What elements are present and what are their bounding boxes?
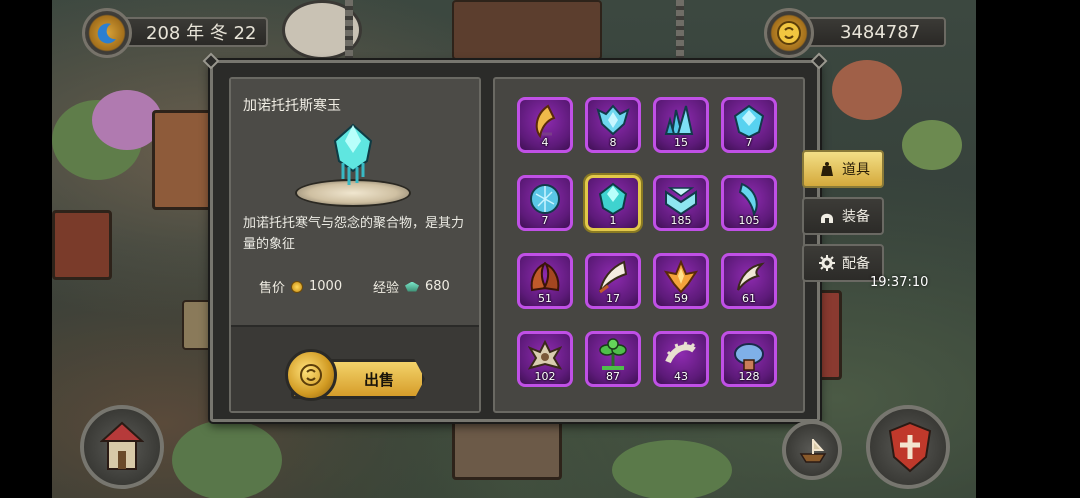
item-detail-panel: 加诺托托斯寒玉 加诺托托寒气与怨念的聚合物，是其力量的象征 售价 1000 经验… <box>229 77 481 413</box>
ship-icon <box>799 439 827 463</box>
tree <box>172 420 282 498</box>
sell-coin-icon[interactable] <box>285 349 337 401</box>
helmet-icon <box>821 213 833 223</box>
curved-claw-icon <box>599 260 628 294</box>
clock-display: 19:37:10 <box>870 275 929 290</box>
home-button[interactable] <box>80 405 164 489</box>
inventory-slot[interactable]: 59 <box>653 253 709 309</box>
pouch-icon <box>821 162 833 176</box>
inventory-grid: 4 8 15 7 7 1 185 105 51 17 59 61 102 87 43 128 <box>493 77 805 413</box>
sell-price: 售价 1000 <box>259 277 342 296</box>
item-count: 87 <box>606 370 620 383</box>
tab-label: 道具 <box>842 162 870 178</box>
inventory-slot[interactable]: 7 <box>721 97 777 153</box>
village-house <box>452 0 602 60</box>
ice-shard-cluster-icon <box>664 105 694 135</box>
exp-value: 680 <box>425 279 450 294</box>
price-value: 1000 <box>309 279 343 294</box>
item-count: 15 <box>674 136 688 149</box>
frost-orb-icon <box>530 184 560 214</box>
moon-icon <box>97 23 116 44</box>
coin-glyph-icon <box>300 364 322 386</box>
sell-button-label: 出售 <box>363 370 394 389</box>
item-name: 加诺托托斯寒玉 <box>243 98 341 114</box>
ice-chevron-icon <box>665 187 697 216</box>
horn-fang-icon <box>535 104 556 138</box>
inventory-slot[interactable]: 43 <box>653 331 709 387</box>
bone-claw-icon <box>737 262 765 291</box>
gear-icon <box>819 255 835 271</box>
inventory-slot[interactable]: 15 <box>653 97 709 153</box>
inventory-slot[interactable]: 4 <box>517 97 573 153</box>
inventory-slot[interactable]: 185 <box>653 175 709 231</box>
exp-gem-icon <box>405 281 420 292</box>
item-count: 185 <box>670 214 692 227</box>
item-description: 加诺托托寒气与怨念的聚合物，是其力量的象征 <box>243 216 465 252</box>
date-display: 208 年 冬 22 <box>118 17 268 47</box>
gold-display: 3484787 <box>800 17 946 47</box>
spiked-shell-icon <box>528 339 562 370</box>
gold-emblem[interactable] <box>764 8 814 58</box>
tree <box>902 120 962 170</box>
inventory-slot[interactable]: 105 <box>721 175 777 231</box>
cold-jade-icon <box>333 123 373 185</box>
battle-button[interactable] <box>866 405 950 489</box>
item-count: 4 <box>541 136 549 149</box>
item-count: 17 <box>606 292 620 305</box>
item-count: 128 <box>738 370 760 383</box>
tree <box>612 440 732 498</box>
item-count: 1 <box>609 214 617 227</box>
item-count: 61 <box>742 292 756 305</box>
price-label: 售价 <box>259 281 286 296</box>
shield-icon <box>888 421 932 473</box>
gold-coin-icon <box>777 21 801 45</box>
inventory-slot[interactable]: 8 <box>585 97 641 153</box>
inventory-slot[interactable]: 87 <box>585 331 641 387</box>
tab-label: 配备 <box>842 256 870 272</box>
inventory-slot[interactable]: 61 <box>721 253 777 309</box>
demon-horns-icon <box>530 261 560 292</box>
item-count: 7 <box>745 136 753 149</box>
inventory-slot[interactable]: 102 <box>517 331 573 387</box>
item-count: 59 <box>674 292 688 305</box>
inventory-slot[interactable]: 51 <box>517 253 573 309</box>
exp-value-display: 经验 680 <box>373 277 450 296</box>
ice-fang-icon <box>738 182 758 216</box>
amber-crystal-icon <box>664 260 698 294</box>
bone-spine-icon <box>665 341 696 364</box>
tree <box>832 60 902 120</box>
chain <box>345 0 353 62</box>
item-info-area: 加诺托托斯寒玉 加诺托托寒气与怨念的聚合物，是其力量的象征 售价 1000 经验… <box>231 79 479 325</box>
chain <box>676 0 684 62</box>
house-icon <box>100 421 144 470</box>
ice-crystal-crown-icon <box>596 104 630 136</box>
blue-cap-icon <box>734 343 764 371</box>
item-count: 7 <box>541 214 549 227</box>
date-text: 208 年 冬 22 <box>146 23 257 44</box>
exp-label: 经验 <box>373 281 400 296</box>
gold-amount: 3484787 <box>840 21 921 43</box>
inventory-slot[interactable]: 128 <box>721 331 777 387</box>
gold-coin-icon <box>291 280 304 293</box>
item-count: 105 <box>738 214 760 227</box>
cold-jade-icon <box>598 182 628 216</box>
inventory-window: 加诺托托斯寒玉 加诺托托寒气与怨念的聚合物，是其力量的象征 售价 1000 经验… <box>202 52 828 422</box>
item-count: 43 <box>674 370 688 383</box>
item-count: 51 <box>538 292 552 305</box>
village-house <box>52 210 112 280</box>
inventory-slot[interactable]: 1 <box>585 175 641 231</box>
season-emblem[interactable] <box>82 8 132 58</box>
herb-leaf-icon <box>599 338 627 370</box>
item-count: 8 <box>609 136 617 149</box>
tab-label: 装备 <box>842 209 870 225</box>
item-count: 102 <box>534 370 556 383</box>
frost-gem-icon <box>733 104 765 138</box>
tab-helmet[interactable]: 装备 <box>802 197 884 235</box>
inventory-slot[interactable]: 7 <box>517 175 573 231</box>
inventory-slot[interactable]: 17 <box>585 253 641 309</box>
tab-pouch[interactable]: 道具 <box>802 150 884 188</box>
quest-button[interactable] <box>782 420 842 480</box>
